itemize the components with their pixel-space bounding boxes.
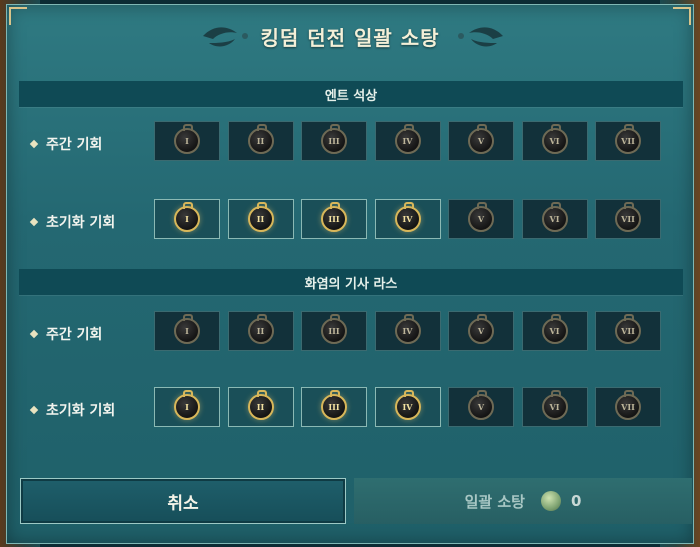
difficulty-slot[interactable]: VII [595, 387, 661, 427]
medal-icon: III [321, 124, 347, 154]
medal-icon: III [321, 390, 347, 420]
section-header: 엔트 석상 [19, 81, 683, 107]
row-label: 주간 기회 [29, 134, 103, 154]
difficulty-slot[interactable]: III [301, 199, 367, 239]
difficulty-slot[interactable]: VI [521, 199, 588, 239]
row-label-text: 주간 기회 [46, 327, 103, 343]
difficulty-slot[interactable]: III [301, 387, 367, 427]
section-header: 화염의 기사 라스 [19, 269, 683, 295]
difficulty-slot[interactable]: III [301, 311, 367, 351]
diamond-bullet-icon [29, 405, 39, 415]
diamond-bullet-icon [29, 217, 39, 227]
row-label-text: 주간 기회 [46, 137, 103, 153]
medal-icon: VI [541, 390, 568, 420]
difficulty-slot[interactable]: IV [374, 387, 441, 427]
medal-icon: III [321, 202, 347, 232]
medal-icon: V [468, 124, 494, 154]
medal-icon: II [247, 314, 274, 344]
section-title: 엔트 석상 [324, 88, 378, 104]
medal-icon: IV [394, 124, 421, 154]
medal-icon: VI [541, 124, 568, 154]
row-weekly-chances: 주간 기회 I II III IV V VI VII [19, 311, 683, 355]
difficulty-slot[interactable]: III [301, 121, 367, 161]
medal-icon: II [247, 390, 274, 420]
medal-icon: I [174, 202, 200, 232]
medal-icon: VII [615, 124, 641, 154]
dialog-header: 킹덤 던전 일괄 소탕 [7, 5, 693, 67]
difficulty-slot[interactable]: II [227, 199, 294, 239]
difficulty-slot[interactable]: V [448, 311, 514, 351]
medal-icon: VII [615, 314, 641, 344]
diamond-bullet-icon [29, 329, 39, 339]
cancel-button-label: 취소 [167, 493, 199, 514]
medal-icon: I [174, 124, 200, 154]
section-flame-knight-ras: 화염의 기사 라스 주간 기회 I II III IV V VI VII 초기화 기회 II… [19, 269, 683, 439]
difficulty-slot[interactable]: VII [595, 311, 661, 351]
difficulty-slot[interactable]: VI [521, 121, 588, 161]
row-label: 초기화 기회 [29, 212, 116, 232]
medal-icon: I [174, 314, 200, 344]
difficulty-slot[interactable]: VI [521, 387, 588, 427]
medal-icon: IV [394, 390, 421, 420]
section-title: 화염의 기사 라스 [304, 276, 398, 292]
cancel-button[interactable]: 취소 [20, 478, 346, 524]
difficulty-slot[interactable]: I [154, 387, 220, 427]
difficulty-slot[interactable]: VII [595, 121, 661, 161]
medal-icon: VII [615, 202, 641, 232]
leaf-ornament-left-icon [203, 27, 248, 47]
difficulty-slot[interactable]: V [448, 121, 514, 161]
difficulty-slot[interactable]: IV [374, 311, 441, 351]
section-ent-statue: 엔트 석상 주간 기회 I II III IV V VI VII 초기화 기회 I II III… [19, 81, 683, 251]
row-label-text: 초기화 기회 [46, 403, 116, 419]
medal-icon: VI [541, 202, 568, 232]
medal-icon: IV [394, 314, 421, 344]
difficulty-slot[interactable]: II [227, 311, 294, 351]
row-label-text: 초기화 기회 [46, 215, 116, 231]
row-weekly-chances: 주간 기회 I II III IV V VI VII [19, 121, 683, 165]
difficulty-slot[interactable]: I [154, 311, 220, 351]
medal-icon: V [468, 202, 494, 232]
difficulty-slot[interactable]: IV [374, 121, 441, 161]
difficulty-slot[interactable]: VI [521, 311, 588, 351]
medal-icon: V [468, 314, 494, 344]
difficulty-slot[interactable]: V [448, 199, 514, 239]
medal-icon: II [247, 202, 274, 232]
bulk-sweep-label: 일괄 소탕 [464, 492, 525, 511]
difficulty-slot[interactable]: I [154, 199, 220, 239]
difficulty-slot[interactable]: I [154, 121, 220, 161]
sweep-dialog: 킹덤 던전 일괄 소탕 엔트 석상 주간 기회 I II III IV V VI VII 초… [6, 4, 694, 544]
medal-icon: VI [541, 314, 568, 344]
difficulty-slot[interactable]: V [448, 387, 514, 427]
medal-icon: IV [394, 202, 421, 232]
dialog-title: 킹덤 던전 일괄 소탕 [260, 25, 440, 50]
difficulty-slot[interactable]: II [227, 121, 294, 161]
row-reset-chances: 초기화 기회 I II III IV V VI VII [19, 199, 683, 243]
bulk-sweep-button[interactable]: 일괄 소탕 0 [354, 478, 692, 524]
diamond-bullet-icon [29, 139, 39, 149]
medal-icon: III [321, 314, 347, 344]
difficulty-slot[interactable]: IV [374, 199, 441, 239]
row-label: 주간 기회 [29, 324, 103, 344]
row-label: 초기화 기회 [29, 400, 116, 420]
difficulty-slot[interactable]: II [227, 387, 294, 427]
medal-icon: II [247, 124, 274, 154]
leaf-ornament-right-icon [458, 27, 503, 47]
medal-icon: VII [615, 390, 641, 420]
difficulty-slot[interactable]: VII [595, 199, 661, 239]
row-reset-chances: 초기화 기회 I II III IV V VI VII [19, 387, 683, 431]
medal-icon: V [468, 390, 494, 420]
sweep-cost: 0 [571, 492, 582, 510]
leaf-coin-icon [541, 491, 561, 511]
medal-icon: I [174, 390, 200, 420]
